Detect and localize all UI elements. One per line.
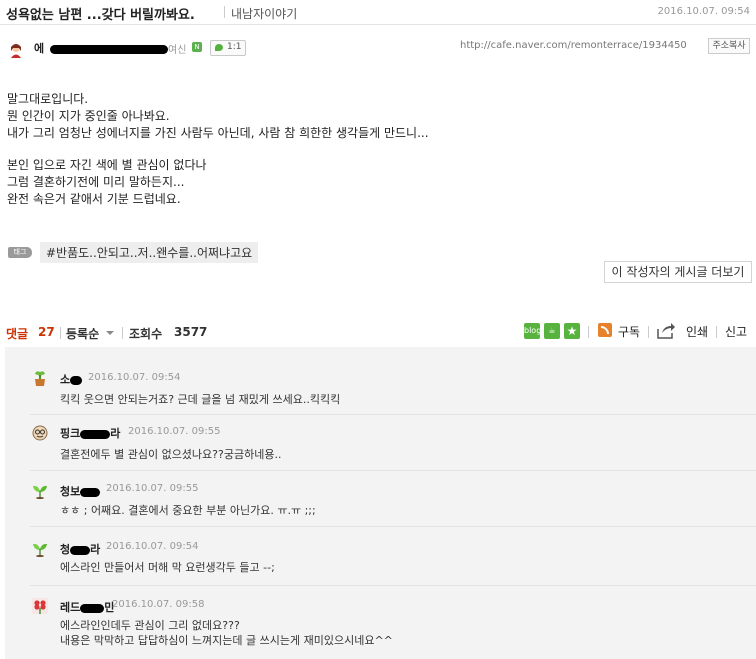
- chat-button-label: 1:1: [227, 42, 242, 52]
- subscribe-button[interactable]: 구독: [618, 323, 640, 340]
- post-category-link[interactable]: 내남자이야기: [231, 5, 297, 22]
- copy-url-button[interactable]: 주소복사: [708, 38, 750, 54]
- comments-count[interactable]: 27: [38, 325, 55, 339]
- author-name-prefix: 에: [34, 42, 45, 55]
- comment-divider: [30, 526, 756, 527]
- one-to-one-chat-button[interactable]: 1:1: [210, 40, 246, 56]
- comment-sort-dropdown[interactable]: 등록순: [66, 325, 99, 342]
- header-divider: [122, 327, 123, 339]
- post-title: 성욕없는 남편 ...갖다 버릴까봐요.: [6, 8, 195, 23]
- comment-author-name[interactable]: 청보: [60, 483, 101, 499]
- comment-date: 2016.10.07. 09:54: [106, 541, 199, 552]
- author-avatar-icon[interactable]: [8, 42, 24, 58]
- post-url[interactable]: http://cafe.naver.com/remonterrace/19344…: [460, 40, 687, 51]
- sprout-icon: [33, 543, 47, 557]
- comment-text: 결혼전에두 별 관심이 없으셨나요??궁금하네용..: [60, 448, 282, 461]
- title-divider: [224, 6, 225, 18]
- rss-icon[interactable]: [598, 323, 612, 337]
- redacted-name-mark: [80, 429, 111, 439]
- redacted-name-mark: [49, 44, 168, 54]
- comment-author-name[interactable]: 핑크 라: [60, 425, 120, 441]
- author-name[interactable]: 에: [34, 40, 168, 56]
- share-icon[interactable]: [656, 322, 676, 339]
- header-divider: [588, 326, 589, 338]
- cafe-share-icon[interactable]: ☕: [544, 323, 560, 339]
- comment-text: 에스라인인데두 관심이 그리 없데요???: [60, 619, 240, 632]
- flowerpot-icon: [35, 371, 45, 386]
- redacted-name-mark: [70, 545, 91, 555]
- post-body-line: 본인 입으로 자긴 색에 별 관심이 없다나: [7, 158, 207, 172]
- post-body-line: 그럼 결혼하기전에 미리 말하든지...: [7, 175, 185, 189]
- post-tag[interactable]: #반품도..안되고..저..왠수를..어쩌냐고요: [40, 242, 259, 263]
- comment-date: 2016.10.07. 09:58: [112, 599, 205, 610]
- comment-author-name[interactable]: 소: [60, 371, 83, 387]
- post-body-line: 내가 그리 엄청난 성에너지를 가진 사람두 아닌데, 사람 참 희한한 생각들…: [7, 126, 429, 140]
- comments-label[interactable]: 댓글: [6, 325, 28, 342]
- tag-icon: 태그: [8, 247, 32, 258]
- views-label: 조회수: [129, 327, 163, 341]
- views-count: 3577: [174, 325, 208, 339]
- print-button[interactable]: 인쇄: [686, 323, 708, 340]
- report-button[interactable]: 신고: [725, 323, 747, 340]
- comment-divider: [30, 470, 756, 471]
- comment-text: 킥킥 웃으면 안되는거죠? 근데 글을 넘 재밌게 쓰세요..킥킥킥: [60, 393, 341, 406]
- comment-date: 2016.10.07. 09:55: [106, 483, 199, 494]
- redacted-name-mark: [70, 375, 83, 385]
- chevron-down-icon[interactable]: [106, 331, 114, 335]
- redacted-name-mark: [80, 603, 105, 613]
- comment-text: ㅎㅎ ; 어째요. 결혼에서 중요한 부분 아닌가요. ㅠ.ㅠ ;;;: [60, 504, 316, 517]
- author-rank: 여신: [168, 45, 187, 56]
- post-date: 2016.10.07. 09:54: [657, 6, 750, 17]
- blog-share-icon[interactable]: blog: [524, 323, 541, 339]
- sprout-icon: [33, 485, 47, 499]
- post-body-line: 뭔 인간이 지가 중인줄 아나봐요.: [7, 109, 170, 123]
- header-divider: [648, 326, 649, 338]
- cafe-member-icon: N: [192, 42, 202, 52]
- comment-author-name[interactable]: 레드 민: [60, 599, 114, 615]
- header-divider: [716, 326, 717, 338]
- bookmark-star-icon[interactable]: ★: [564, 323, 580, 339]
- comment-divider: [30, 585, 756, 586]
- comment-date: 2016.10.07. 09:54: [88, 372, 181, 383]
- comment-text: 내용은 막막하고 답답하심이 느껴지는데 글 쓰시는게 재미있으시네요^^: [60, 634, 393, 647]
- comment-text: 에스라인 만들어서 머해 막 요런생각두 들고 --;: [60, 561, 275, 574]
- redacted-name-mark: [80, 487, 101, 497]
- post-body-line: 말그대로입니다.: [7, 92, 89, 106]
- more-author-posts-button[interactable]: 이 작성자의 게시글 더보기: [604, 261, 752, 283]
- chat-bubble-icon: [215, 44, 223, 51]
- header-divider: [60, 327, 61, 339]
- post-body-line: 완전 속은거 같애서 기분 드럽네요.: [7, 192, 181, 206]
- flower-icon: [32, 598, 48, 614]
- comment-author-name[interactable]: 청라: [60, 541, 100, 557]
- comment-date: 2016.10.07. 09:55: [128, 426, 221, 437]
- glasses-face-icon: [32, 425, 48, 441]
- comment-divider: [30, 414, 756, 415]
